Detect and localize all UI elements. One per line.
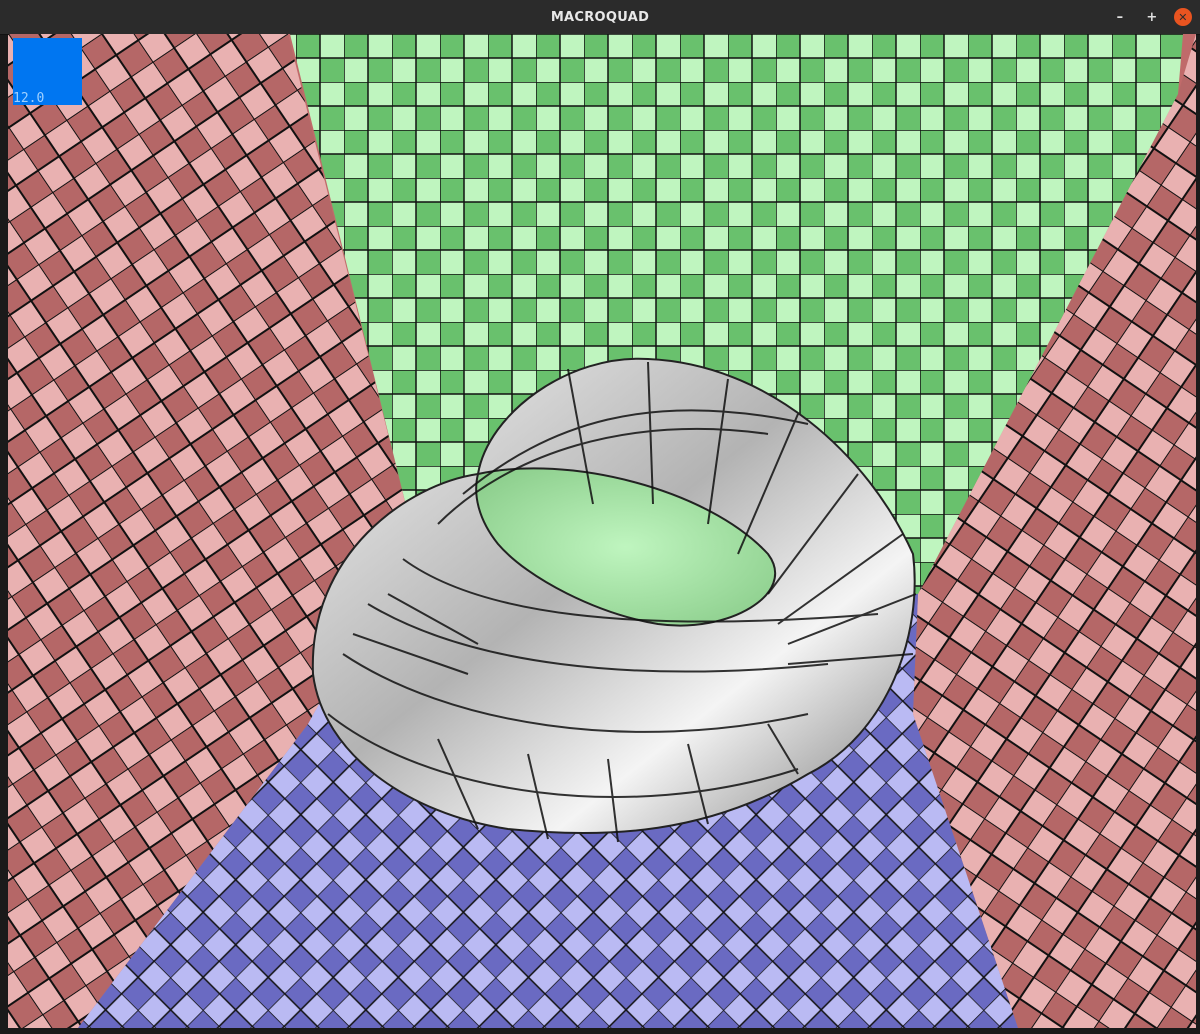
close-button[interactable]: ✕ (1174, 8, 1192, 26)
minimize-button[interactable]: – (1110, 7, 1130, 27)
window-titlebar: MACROQUAD – + ✕ (0, 0, 1200, 35)
fps-value: 12.0 (13, 91, 45, 106)
maximize-button[interactable]: + (1142, 7, 1162, 27)
render-viewport[interactable] (8, 34, 1196, 1028)
window-title: MACROQUAD (550, 9, 650, 25)
3d-scene (8, 34, 1196, 1028)
window-controls: – + ✕ (1110, 7, 1192, 27)
